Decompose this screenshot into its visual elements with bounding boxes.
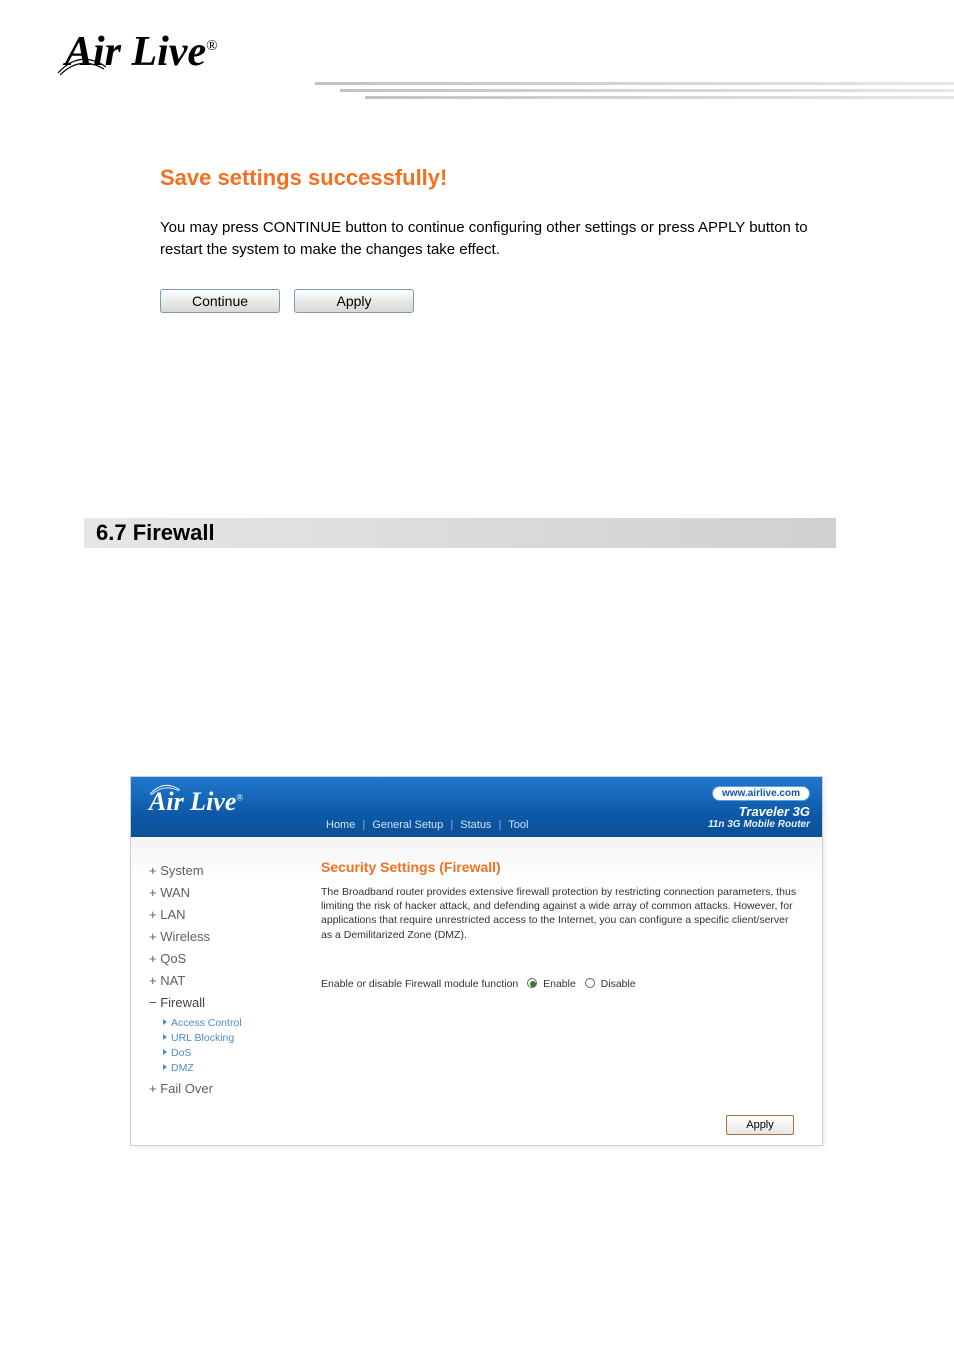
save-title: Save settings successfully!: [160, 165, 820, 191]
router-logo: Air Live®: [149, 787, 243, 817]
sidebar-item-qos[interactable]: + QoS: [149, 951, 299, 966]
router-sidebar: + System + WAN + LAN + Wireless + QoS + …: [131, 837, 309, 1145]
nav-tool[interactable]: Tool: [508, 819, 528, 831]
panel-title: Security Settings (Firewall): [321, 859, 802, 875]
sidebar-item-failover[interactable]: + Fail Over: [149, 1081, 299, 1096]
triangle-icon: [163, 1049, 167, 1055]
triangle-icon: [163, 1034, 167, 1040]
panel-apply-button[interactable]: Apply: [726, 1115, 794, 1135]
router-header: Air Live® Home | General Setup | Status …: [131, 777, 822, 837]
sidebar-item-firewall[interactable]: − Firewall: [149, 995, 299, 1010]
save-body: You may press CONTINUE button to continu…: [160, 217, 820, 261]
sidebar-item-system[interactable]: + System: [149, 863, 299, 878]
section-heading: 6.7 Firewall: [96, 518, 215, 548]
continue-button[interactable]: Continue: [160, 289, 280, 313]
sidebar-item-wireless[interactable]: + Wireless: [149, 929, 299, 944]
panel-description: The Broadband router provides extensive …: [321, 885, 802, 942]
router-admin-screenshot: Air Live® Home | General Setup | Status …: [130, 776, 823, 1146]
save-settings-block: Save settings successfully! You may pres…: [160, 165, 820, 313]
router-main-panel: Security Settings (Firewall) The Broadba…: [309, 837, 822, 1145]
triangle-icon: [163, 1064, 167, 1070]
radio-disable[interactable]: [585, 978, 595, 988]
sidebar-item-wan[interactable]: + WAN: [149, 885, 299, 900]
sidebar-sub-dos[interactable]: DoS: [163, 1047, 299, 1059]
airlive-logo: Air Live®: [56, 28, 218, 76]
firewall-toggle-row: Enable or disable Firewall module functi…: [321, 978, 802, 990]
router-top-nav: Home | General Setup | Status | Tool: [326, 819, 528, 831]
sidebar-sub-url-blocking[interactable]: URL Blocking: [163, 1032, 299, 1044]
nav-home[interactable]: Home: [326, 819, 355, 831]
registered-mark: ®: [206, 38, 217, 54]
header-divider: [315, 82, 954, 112]
router-product-name: Traveler 3G: [708, 804, 810, 819]
router-brand-right: www.airlive.com Traveler 3G 11n 3G Mobil…: [708, 783, 810, 830]
sidebar-sub-dmz[interactable]: DMZ: [163, 1062, 299, 1074]
radio-enable-label: Enable: [543, 978, 576, 990]
router-product-subtitle: 11n 3G Mobile Router: [708, 819, 810, 830]
router-url-badge: www.airlive.com: [712, 786, 810, 801]
sidebar-sub-access-control[interactable]: Access Control: [163, 1017, 299, 1029]
triangle-icon: [163, 1019, 167, 1025]
option-label: Enable or disable Firewall module functi…: [321, 978, 518, 990]
radio-disable-label: Disable: [601, 978, 636, 990]
nav-general-setup[interactable]: General Setup: [372, 819, 443, 831]
apply-button[interactable]: Apply: [294, 289, 414, 313]
radio-enable[interactable]: [527, 978, 537, 988]
sidebar-item-nat[interactable]: + NAT: [149, 973, 299, 988]
nav-status[interactable]: Status: [460, 819, 491, 831]
sidebar-item-lan[interactable]: + LAN: [149, 907, 299, 922]
